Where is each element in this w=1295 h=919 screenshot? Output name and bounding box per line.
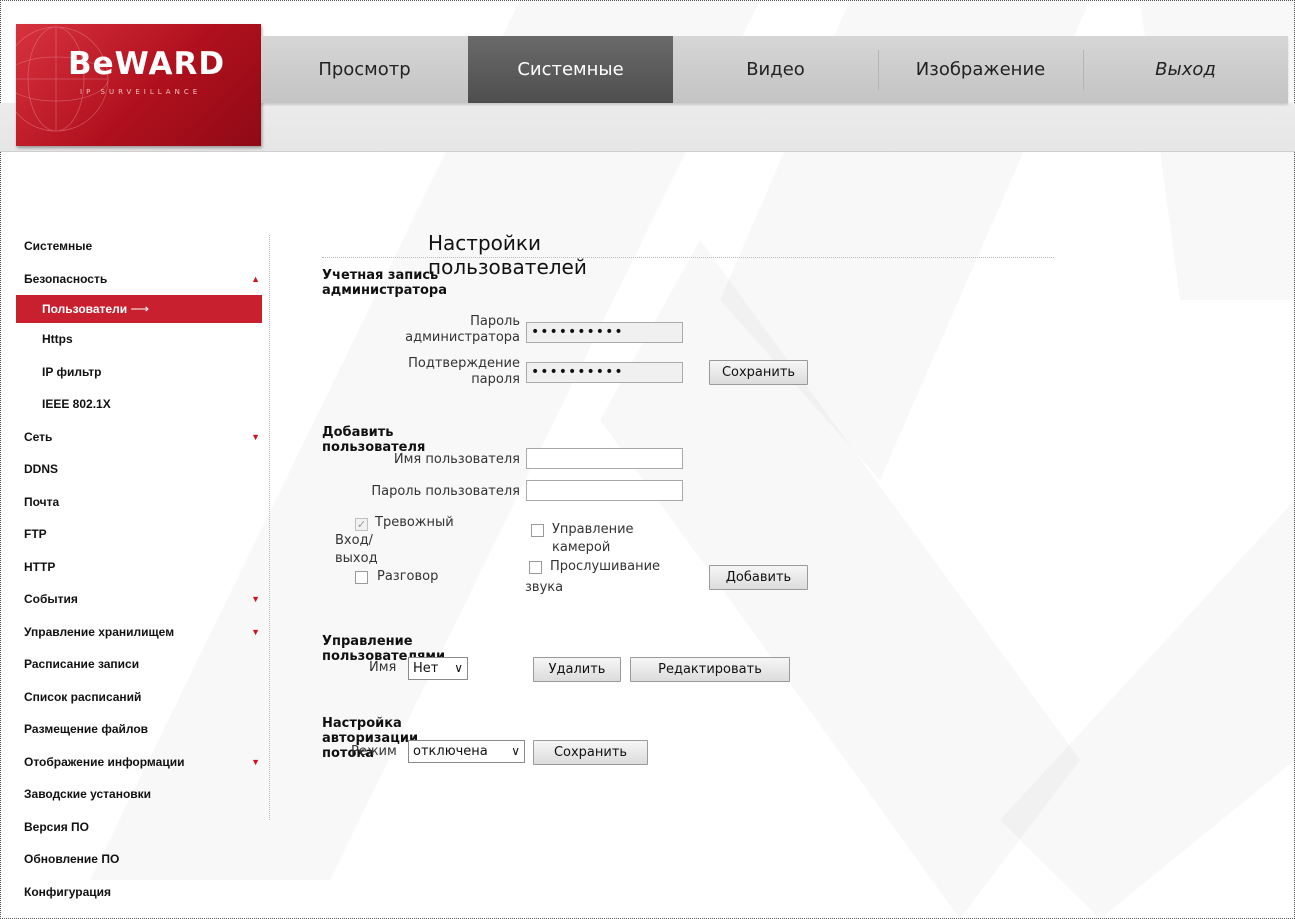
admin-save-button[interactable]: Сохранить	[709, 360, 808, 385]
sidebar-item-security[interactable]: Безопасность ▲	[16, 263, 262, 296]
chevron-down-icon: ∨	[454, 661, 463, 675]
add-user-section-heading: Добавить пользователя	[322, 425, 426, 455]
top-navigation: Просмотр Системные Видео Изображение Вых…	[261, 36, 1288, 103]
sidebar-item-firmware-version[interactable]: Версия ПО	[16, 811, 262, 844]
sidebar: Системные Безопасность ▲ Пользователи ⟶ H…	[16, 230, 262, 908]
username-input[interactable]	[526, 448, 683, 469]
admin-password-label: Пароль администратора	[405, 314, 520, 345]
sidebar-item-factory-defaults[interactable]: Заводские установки	[16, 778, 262, 811]
sidebar-item-network[interactable]: Сеть ▼	[16, 421, 262, 454]
sidebar-item-file-placement[interactable]: Размещение файлов	[16, 713, 262, 746]
listen-label-2: звука	[525, 580, 564, 595]
stream-auth-save-button[interactable]: Сохранить	[533, 740, 648, 765]
tab-system[interactable]: Системные	[468, 36, 673, 103]
arrow-right-icon: ⟶	[130, 301, 150, 316]
collapsed-triangle-icon: ▼	[251, 594, 260, 604]
sidebar-item-firmware-update[interactable]: Обновление ПО	[16, 843, 262, 876]
user-name-select[interactable]: Нет ∨	[408, 657, 468, 680]
talk-label: Разговор	[377, 569, 439, 584]
listen-checkbox[interactable]	[529, 561, 542, 574]
sidebar-item-schedule-list[interactable]: Список расписаний	[16, 681, 262, 714]
tab-view[interactable]: Просмотр	[261, 36, 468, 103]
alarm-io-checkbox[interactable]: ✓	[355, 518, 368, 531]
admin-section-heading: Учетная запись администратора	[322, 268, 447, 298]
alarm-io-label-1: Тревожный	[375, 515, 454, 530]
camera-control-label: Управление камерой	[552, 522, 634, 555]
brand-logo[interactable]: BeWARD IP SURVEILLANCE	[16, 24, 261, 146]
collapsed-triangle-icon: ▼	[251, 626, 260, 637]
globe-icon	[16, 26, 109, 132]
page-title: Настройки пользователей	[428, 231, 587, 279]
sidebar-item-info-display[interactable]: Отображение информации ▼	[16, 746, 262, 779]
sidebar-item-system[interactable]: Системные	[16, 230, 262, 263]
sidebar-item-mail[interactable]: Почта	[16, 486, 262, 519]
stream-auth-mode-select[interactable]: отключена ∨	[408, 740, 525, 763]
sidebar-item-record-schedule[interactable]: Расписание записи	[16, 648, 262, 681]
sidebar-item-ddns[interactable]: DDNS	[16, 453, 262, 486]
user-password-input[interactable]	[526, 480, 683, 501]
name-label: Имя	[369, 660, 397, 675]
sidebar-item-ftp[interactable]: FTP	[16, 518, 262, 551]
tab-logout[interactable]: Выход	[1083, 36, 1288, 103]
mode-label: Режим	[351, 744, 397, 759]
sidebar-divider	[269, 235, 270, 820]
add-user-button[interactable]: Добавить	[709, 565, 808, 590]
alarm-io-label-2: Вход/выход	[335, 533, 378, 566]
sidebar-item-ip-filter[interactable]: IP фильтр	[16, 356, 262, 389]
sidebar-item-configuration[interactable]: Конфигурация	[16, 876, 262, 909]
brand-name: BeWARD	[68, 46, 226, 82]
tab-image[interactable]: Изображение	[878, 36, 1083, 103]
sidebar-item-users[interactable]: Пользователи ⟶	[16, 295, 262, 323]
expanded-triangle-icon: ▲	[251, 273, 260, 284]
chevron-down-icon: ∨	[511, 744, 520, 758]
sidebar-item-http[interactable]: HTTP	[16, 551, 262, 584]
confirm-password-label: Подтверждение пароля	[408, 356, 520, 387]
sidebar-item-events[interactable]: События ▼	[16, 583, 262, 616]
talk-checkbox[interactable]	[355, 571, 368, 584]
tab-video[interactable]: Видео	[673, 36, 878, 103]
confirm-password-input[interactable]: ••••••••••	[526, 362, 683, 383]
sidebar-item-ieee8021x[interactable]: IEEE 802.1X	[16, 388, 262, 421]
admin-password-input[interactable]: ••••••••••	[526, 322, 683, 343]
brand-tagline: IP SURVEILLANCE	[80, 88, 202, 96]
sidebar-item-storage[interactable]: Управление хранилищем ▼	[16, 616, 262, 649]
sidebar-item-https[interactable]: Https	[16, 323, 262, 356]
collapsed-triangle-icon: ▼	[251, 431, 260, 442]
listen-label-1: Прослушивание	[550, 559, 661, 574]
delete-user-button[interactable]: Удалить	[533, 657, 621, 682]
user-password-label: Пароль пользователя	[371, 484, 520, 499]
username-label: Имя пользователя	[393, 452, 520, 467]
edit-user-button[interactable]: Редактировать	[630, 657, 790, 682]
title-underline	[322, 257, 1054, 258]
camera-control-checkbox[interactable]	[531, 524, 544, 537]
collapsed-triangle-icon: ▼	[251, 756, 260, 767]
